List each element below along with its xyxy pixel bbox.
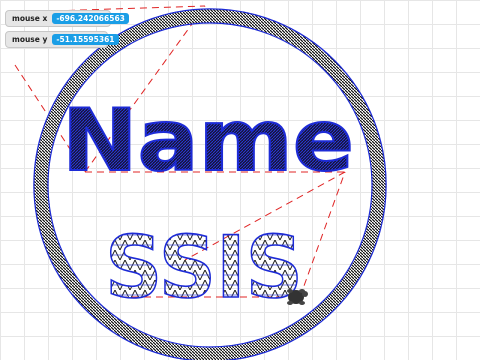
mouse-x-monitor[interactable]: mouse x -696.242066563: [5, 10, 129, 27]
initials-stitched-text: SSIS: [105, 218, 303, 318]
turtle-icon[interactable]: [287, 289, 308, 305]
mouse-y-label: mouse y: [12, 35, 48, 44]
mouse-y-value: -51.15595361: [52, 34, 119, 45]
name-stitched-text: Name: [62, 91, 354, 191]
mouse-x-label: mouse x: [12, 14, 48, 23]
mouse-y-monitor[interactable]: mouse y -51.15595361: [5, 31, 119, 48]
mouse-x-value: -696.242066563: [52, 13, 129, 24]
stage[interactable]: Name SSIS mouse x -696.242066563 mouse y…: [0, 0, 480, 360]
embroidery-canvas: Name SSIS: [14, 5, 387, 360]
